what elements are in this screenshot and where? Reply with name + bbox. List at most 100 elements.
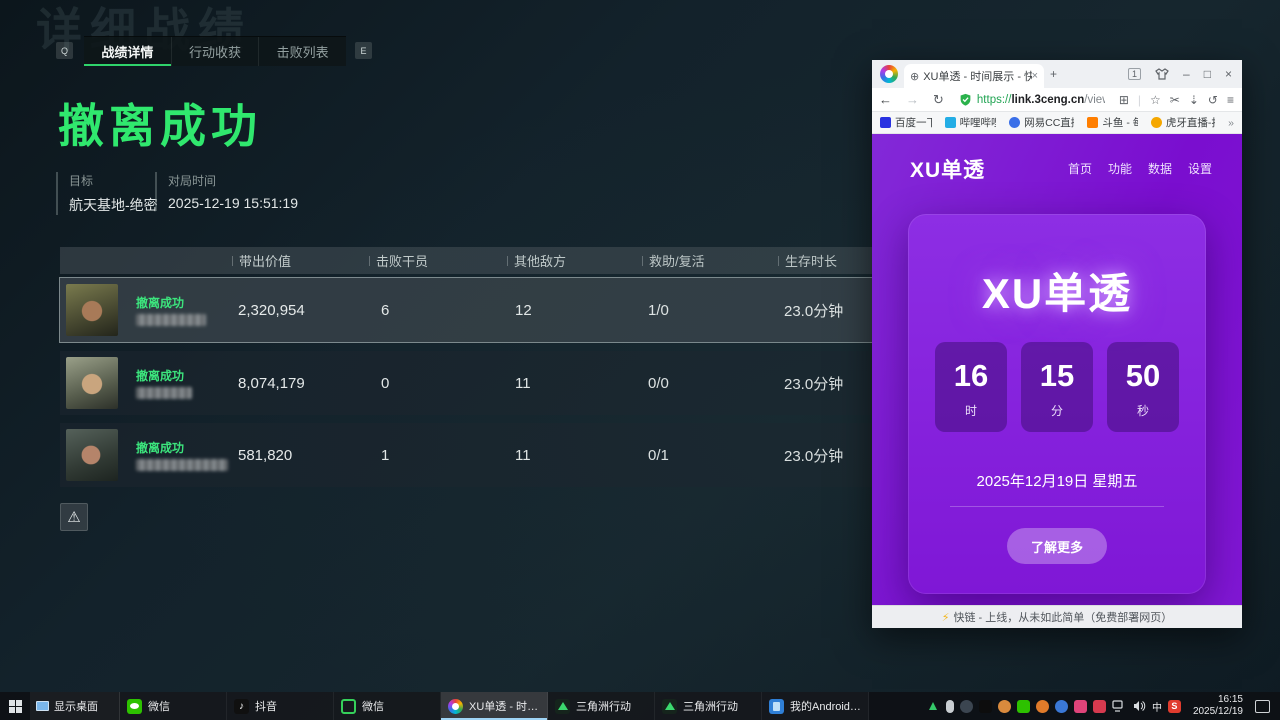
tray-monkey-icon[interactable] [998, 700, 1011, 713]
tray-sogou-icon[interactable]: S [1168, 700, 1181, 713]
tab-battle-details[interactable]: 战绩详情 [84, 37, 172, 66]
nav-data[interactable]: 数据 [1148, 160, 1172, 177]
show-desktop-button[interactable]: 显示桌面 [30, 692, 120, 720]
browser-titlebar[interactable]: ⊕ XU单透 - 时间展示 - 快链 × + 1 – □ × [872, 60, 1242, 88]
bookmark-baidu[interactable]: 百度一下 [880, 115, 932, 130]
browser-window: ⊕ XU单透 - 时间展示 - 快链 × + 1 – □ × ← → ↻ htt… [872, 60, 1242, 628]
tray-volume-icon[interactable] [1133, 700, 1146, 712]
bookmark-netease-cc[interactable]: 网易CC直播 [1009, 115, 1074, 130]
new-tab-button[interactable]: + [1044, 67, 1063, 81]
screenshot-scissors-icon[interactable]: ✂ [1170, 93, 1180, 107]
learn-more-button[interactable]: 了解更多 [1007, 528, 1107, 564]
task-douyin[interactable]: ♪ 抖音 [227, 692, 334, 720]
tray-delta-force-icon[interactable] [927, 700, 940, 713]
header-other-enemies: 其他敌方 [507, 247, 566, 274]
tray-pink-app-icon[interactable] [1074, 700, 1087, 713]
task-delta-force-1[interactable]: 三角洲行动 [548, 692, 655, 720]
report-button[interactable]: ⚠ [60, 503, 88, 531]
cell-kills: 1 [381, 423, 389, 487]
nav-home[interactable]: 首页 [1068, 160, 1092, 177]
key-hint-q: Q [56, 42, 73, 59]
task-android-phone[interactable]: 我的Android手机... [762, 692, 869, 720]
douyu-icon [1087, 117, 1098, 128]
undo-history-icon[interactable]: ↺ [1208, 93, 1218, 107]
nav-settings[interactable]: 设置 [1188, 160, 1212, 177]
bookmark-bilibili[interactable]: 哔哩哔哩 [945, 115, 997, 130]
tab-kill-list[interactable]: 击败列表 [259, 37, 346, 66]
theme-skin-icon[interactable] [1155, 68, 1169, 80]
url-path: /view/d6 [1084, 94, 1105, 106]
player-name-censored [136, 314, 206, 326]
ime-indicator[interactable]: 中 [1152, 699, 1162, 714]
objective-info: 目标 航天基地-绝密 [56, 172, 158, 215]
player-name-censored [136, 387, 192, 399]
forward-icon[interactable]: → [899, 92, 926, 107]
download-icon[interactable]: ⇣ [1189, 93, 1199, 107]
nav-features[interactable]: 功能 [1108, 160, 1132, 177]
tray-network-icon[interactable] [1112, 700, 1127, 712]
douyin-icon: ♪ [234, 699, 249, 714]
start-button[interactable] [0, 692, 30, 720]
apps-grid-icon[interactable]: ⊞ [1119, 93, 1129, 107]
match-time-info: 对局时间 2025-12-19 15:51:19 [155, 172, 298, 211]
tab-close-icon[interactable]: × [1032, 70, 1038, 82]
task-delta-force-2[interactable]: 三角洲行动 [655, 692, 762, 720]
back-icon[interactable]: ← [872, 92, 899, 107]
site-nav: 首页 功能 数据 设置 [1068, 160, 1212, 177]
tray-steam-icon[interactable] [960, 700, 973, 713]
clock-time: 16:15 [1193, 694, 1243, 706]
objective-value: 航天基地-绝密 [69, 195, 158, 215]
favorites-star-icon[interactable]: ☆ [1150, 93, 1161, 107]
tray-wechat-icon[interactable] [1017, 700, 1030, 713]
huya-icon [1151, 117, 1162, 128]
results-tabbar: 战绩详情 行动收获 击败列表 [84, 36, 346, 66]
bookmark-huya[interactable]: 虎牙直播-打 [1151, 115, 1215, 130]
task-browser-xu[interactable]: XU单透 - 时间展示... [441, 692, 548, 720]
minimize-button[interactable]: – [1183, 67, 1190, 81]
key-hint-e: E [355, 42, 372, 59]
tray-microphone-icon[interactable] [946, 700, 954, 713]
browser-tab[interactable]: ⊕ XU单透 - 时间展示 - 快链 × [904, 64, 1044, 88]
card-divider [950, 506, 1164, 507]
browser-icon [448, 699, 463, 714]
tab-loot-gains[interactable]: 行动收获 [172, 37, 260, 66]
cell-rescue: 1/0 [648, 278, 669, 342]
taskbar-clock[interactable]: 16:15 2025/12/19 [1187, 694, 1249, 718]
globe-icon: ⊕ [910, 70, 919, 83]
objective-label: 目标 [69, 172, 158, 189]
tray-red-app-icon[interactable] [1093, 700, 1106, 713]
cell-duration: 23.0分钟 [784, 351, 843, 415]
date-line: 2025年12月19日 星期五 [908, 470, 1206, 491]
cell-other-enemies: 12 [515, 278, 532, 342]
toolbar-divider: | [1138, 93, 1141, 107]
netease-cc-icon [1009, 117, 1020, 128]
tray-chat-icon[interactable] [1055, 700, 1068, 713]
wechat-outline-icon [341, 699, 356, 714]
bookmark-douyu[interactable]: 斗鱼 - 每 [1087, 115, 1138, 130]
task-wechat-2[interactable]: 微信 [334, 692, 441, 720]
cell-carried-value: 2,320,954 [238, 278, 305, 342]
seconds-unit: 秒 [1107, 402, 1179, 419]
tray-huya-icon[interactable] [1036, 700, 1049, 713]
footer-text[interactable]: 快链 - 上线，从未如此简单（免费部署网页） [953, 609, 1172, 625]
tray-douyin-icon[interactable] [979, 700, 992, 713]
row-status: 撤离成功 [136, 367, 184, 384]
url-field[interactable]: https://link.3ceng.cn/view/d6 [977, 94, 1105, 106]
task-wechat[interactable]: 微信 [120, 692, 227, 720]
refresh-icon[interactable]: ↻ [926, 92, 951, 108]
maximize-button[interactable]: □ [1204, 67, 1211, 81]
clock-date: 2025/12/19 [1193, 706, 1243, 718]
url-scheme: https:// [977, 94, 1012, 106]
menu-icon[interactable]: ≡ [1227, 93, 1234, 107]
address-bar: ← → ↻ https://link.3ceng.cn/view/d6 ⊞ | … [872, 88, 1242, 112]
minutes-value: 15 [1021, 358, 1093, 394]
cell-kills: 0 [381, 351, 389, 415]
header-rescue-revive: 救助/复活 [642, 247, 705, 274]
bookmarks-overflow-icon[interactable]: » [1228, 117, 1234, 129]
header-survival-time: 生存时长 [778, 247, 837, 274]
warning-icon: ⚠ [67, 508, 80, 526]
seconds-tile: 50 秒 [1107, 342, 1179, 432]
notification-center-icon[interactable] [1255, 700, 1270, 713]
tab-count-badge[interactable]: 1 [1128, 68, 1141, 80]
close-button[interactable]: × [1225, 67, 1232, 81]
